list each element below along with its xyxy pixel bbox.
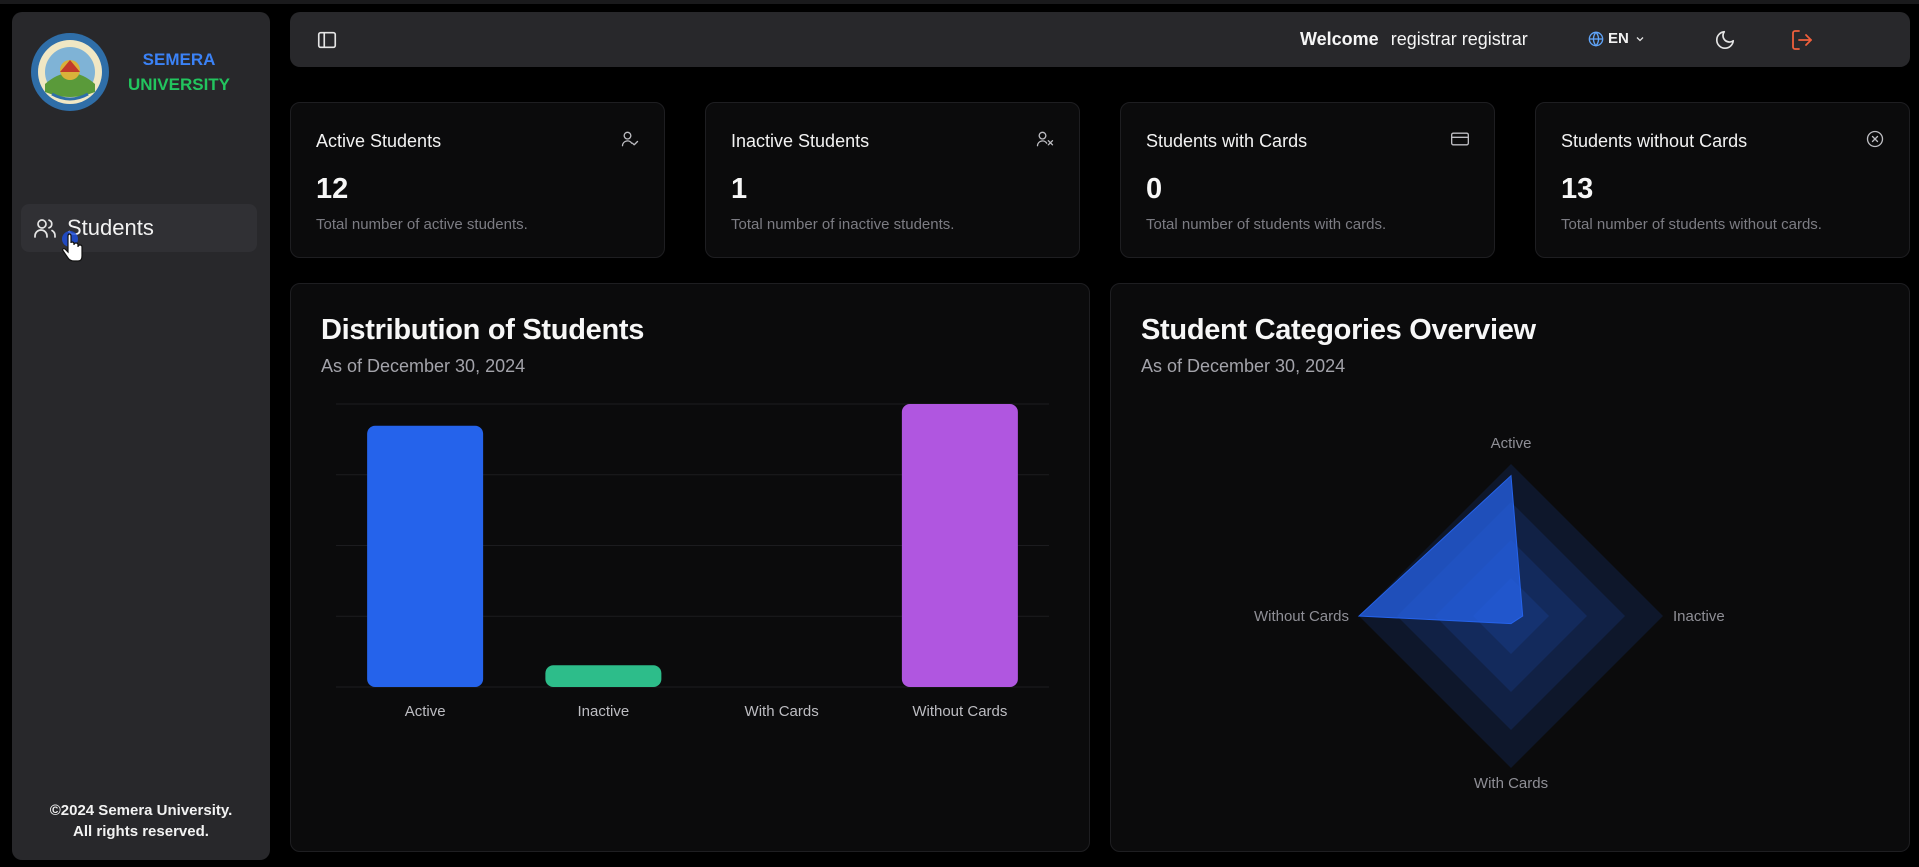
stat-title: Inactive Students (731, 131, 870, 151)
stat-value: 0 (1146, 173, 1163, 205)
brand[interactable]: SEMERA UNIVERSITY (30, 32, 230, 112)
top-edge (0, 0, 1919, 4)
stat-title: Active Students (316, 131, 442, 151)
bar-inactive[interactable] (545, 665, 662, 687)
moon-icon[interactable] (1714, 29, 1736, 51)
x-tick-label: Without Cards (912, 703, 1007, 720)
sidebar: SEMERA UNIVERSITY Students ©2024 Semera … (12, 12, 270, 860)
bar-without-cards[interactable] (901, 404, 1018, 687)
radar-axis-label: Active (1491, 435, 1532, 452)
radar-axis-label: Without Cards (1254, 608, 1349, 625)
brand-name-line2: UNIVERSITY (128, 75, 231, 94)
user-x-icon (1036, 131, 1054, 147)
stat-description: Total number of active students. (316, 216, 528, 233)
stat-title: Students with Cards (1146, 131, 1308, 151)
welcome-text: Welcome registrar registrar (1300, 29, 1528, 50)
welcome-label: Welcome (1300, 29, 1379, 49)
stat-description: Total number of students with cards. (1146, 216, 1387, 233)
radar-chart: Active Inactive With Cards Without Cards (1254, 435, 1725, 792)
radar-series-area[interactable] (1357, 474, 1524, 625)
bar-chart: Active Inactive With Cards Without Cards (336, 403, 1049, 720)
categories-chart-panel: Student Categories Overview As of Decemb… (1110, 283, 1910, 852)
users-icon (34, 219, 56, 238)
user-check-icon (621, 131, 639, 147)
top-header: Welcome registrar registrar EN (290, 12, 1910, 67)
language-code: EN (1608, 30, 1629, 47)
stat-value: 12 (316, 173, 349, 205)
stat-value: 13 (1561, 173, 1594, 205)
distribution-chart-panel: Distribution of Students As of December … (290, 283, 1090, 852)
copyright: ©2024 Semera University. All rights rese… (12, 800, 270, 842)
logout-icon[interactable] (1790, 28, 1814, 52)
sidebar-toggle-icon[interactable] (316, 29, 338, 51)
language-selector[interactable]: EN (1588, 30, 1650, 47)
radar-axis-label: With Cards (1474, 775, 1548, 792)
copyright-line1: ©2024 Semera University. (49, 802, 233, 819)
stat-card-without-cards: Students without Cards 13 Total number o… (1535, 102, 1910, 258)
x-tick-label: Active (405, 703, 446, 720)
stat-title: Students without Cards (1561, 131, 1748, 151)
bar-active[interactable] (367, 425, 484, 687)
radar-axis-label: Inactive (1673, 608, 1725, 625)
copyright-line2: All rights reserved. (73, 823, 209, 840)
x-circle-icon (1866, 130, 1884, 148)
stat-description: Total number of inactive students. (731, 216, 955, 233)
stat-card-inactive: Inactive Students 1 Total number of inac… (705, 102, 1080, 258)
x-tick-label: With Cards (745, 703, 819, 720)
stat-card-active: Active Students 12 Total number of activ… (290, 102, 665, 258)
globe-icon (1588, 30, 1604, 47)
university-logo-icon (31, 33, 109, 111)
stat-value: 1 (731, 173, 748, 205)
chevron-down-icon (1636, 36, 1644, 41)
hand-cursor-icon (61, 231, 83, 262)
credit-card-icon (1451, 132, 1469, 146)
user-name: registrar registrar (1390, 29, 1528, 49)
sidebar-item-students[interactable]: Students (21, 204, 257, 252)
x-tick-label: Inactive (578, 703, 630, 720)
stat-description: Total number of students without cards. (1561, 216, 1822, 233)
brand-name-line1: SEMERA (142, 50, 216, 69)
stat-card-with-cards: Students with Cards 0 Total number of st… (1120, 102, 1495, 258)
